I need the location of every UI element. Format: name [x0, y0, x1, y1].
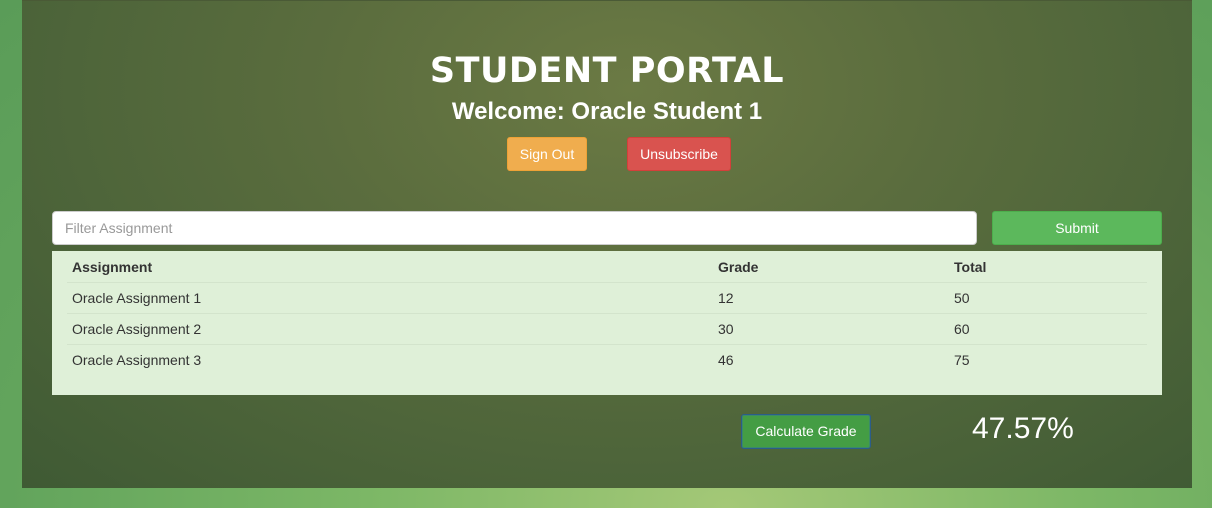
submit-button[interactable]: Submit	[992, 211, 1162, 245]
assignment-cell: Oracle Assignment 2	[67, 313, 713, 345]
column-header-grade: Grade	[713, 251, 949, 283]
calculate-grade-button[interactable]: Calculate Grade	[741, 414, 871, 449]
filter-assignment-input[interactable]	[52, 211, 977, 245]
table-header-row: Assignment Grade Total	[67, 251, 1147, 283]
total-cell: 60	[949, 313, 1147, 345]
total-cell: 50	[949, 282, 1147, 314]
assignments-table-container: Assignment Grade Total Oracle Assignment…	[52, 251, 1162, 395]
assignment-cell: Oracle Assignment 3	[72, 351, 202, 368]
grade-cell: 46	[718, 351, 734, 368]
sign-out-button[interactable]: Sign Out	[507, 137, 587, 171]
column-header-total: Total	[949, 251, 1147, 283]
column-header-assignment: Assignment	[67, 251, 713, 283]
welcome-message: Welcome: Oracle Student 1	[451, 98, 763, 125]
grade-result: 47.57%	[972, 412, 1074, 445]
unsubscribe-button[interactable]: Unsubscribe	[627, 137, 731, 171]
portal-panel: STUDENT PORTAL Welcome: Oracle Student 1…	[22, 0, 1192, 488]
table-row: Oracle Assignment 3 46 75	[67, 344, 1147, 375]
grade-cell: 30	[713, 313, 949, 345]
table-row: Oracle Assignment 1 12 50	[67, 282, 1147, 314]
page-title: STUDENT PORTAL	[429, 51, 785, 91]
assignment-cell: Oracle Assignment 1	[67, 282, 713, 314]
grade-cell: 12	[713, 282, 949, 314]
assignments-table: Assignment Grade Total Oracle Assignment…	[67, 251, 1147, 375]
table-row: Oracle Assignment 2 30 60	[67, 313, 1147, 345]
total-cell: 75	[954, 351, 970, 368]
